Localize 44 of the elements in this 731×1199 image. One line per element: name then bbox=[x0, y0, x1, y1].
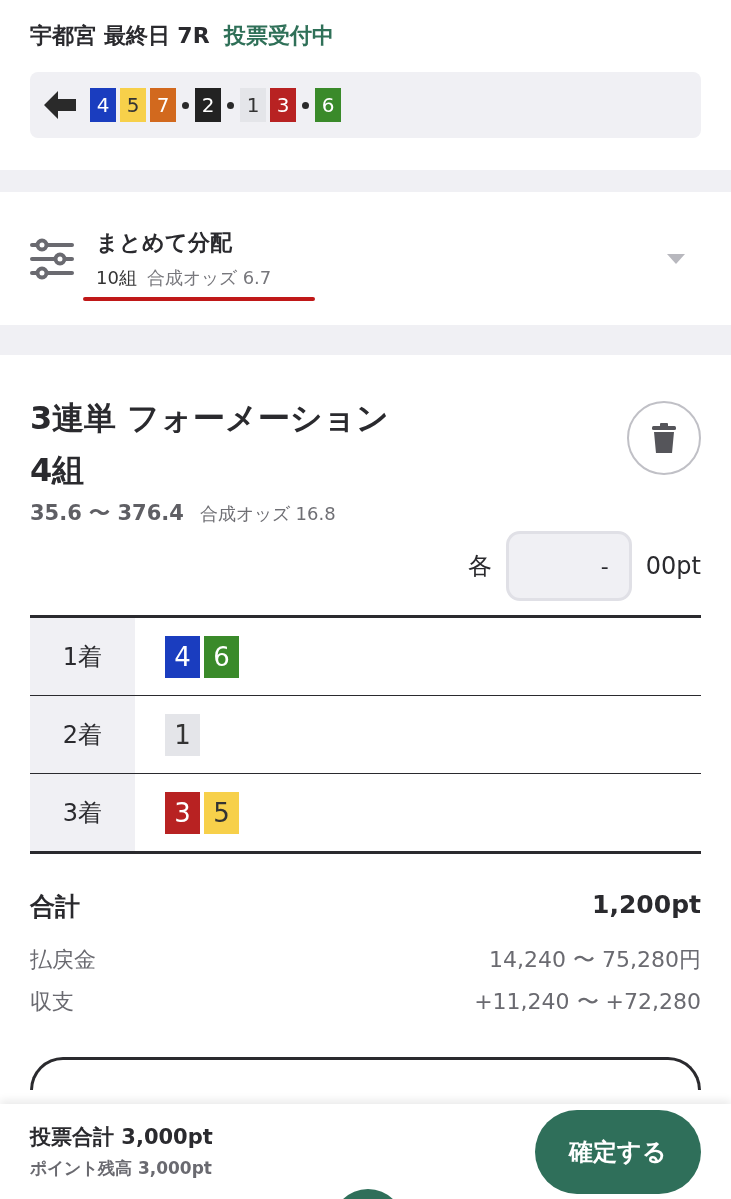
bike-number: 4 bbox=[165, 635, 200, 678]
bike-number: 1 bbox=[165, 713, 200, 756]
total-label: 合計 bbox=[30, 891, 80, 923]
combined-odds: 合成オッズ 6.7 bbox=[146, 265, 272, 290]
each-label: 各 bbox=[467, 551, 492, 582]
race-title: 宇都宮 最終日 7R bbox=[30, 22, 210, 50]
odds-range: 35.6 〜 376.4 bbox=[30, 500, 184, 527]
trash-icon bbox=[652, 423, 676, 453]
combined-odds: 合成オッズ 16.8 bbox=[199, 502, 336, 526]
summary-value: 14,240 〜 75,280円 bbox=[489, 946, 701, 974]
amount-unit: 00pt bbox=[645, 552, 701, 580]
combination-count: 10組 bbox=[96, 265, 137, 290]
bike-number: 4 bbox=[90, 88, 116, 122]
total-value: 1,200pt bbox=[592, 890, 701, 921]
point-balance: ポイント残高 3,000pt bbox=[30, 1157, 213, 1180]
bike-number: 7 bbox=[150, 88, 176, 122]
bike-number: 3 bbox=[270, 88, 296, 122]
separator-dot bbox=[182, 101, 189, 109]
bike-number: 5 bbox=[120, 88, 146, 122]
race-status: 投票受付中 bbox=[223, 22, 334, 50]
bet-count: 4組 bbox=[30, 450, 86, 491]
summary-label: 収支 bbox=[30, 988, 74, 1016]
sliders-icon bbox=[30, 237, 74, 280]
summary-label: 払戻金 bbox=[30, 946, 96, 974]
amount-field[interactable]: - bbox=[505, 531, 632, 601]
bike-number: 3 bbox=[165, 791, 200, 834]
distribution-title: まとめて分配 bbox=[96, 228, 233, 257]
position-label: 3着 bbox=[30, 774, 135, 851]
position-label: 2着 bbox=[30, 696, 135, 773]
arrow-left-icon bbox=[44, 90, 76, 120]
summary-value: +11,240 〜 +72,280 bbox=[474, 988, 701, 1016]
bike-number: 5 bbox=[204, 791, 239, 834]
bet-type-title: 3連単 フォーメーション bbox=[30, 398, 390, 439]
separator-dot bbox=[227, 101, 234, 109]
bike-number: 6 bbox=[204, 635, 239, 678]
position-label: 1着 bbox=[30, 618, 135, 695]
separator-dot bbox=[302, 101, 309, 109]
confirm-button[interactable]: 確定する bbox=[535, 1109, 701, 1194]
distribution-row[interactable]: まとめて分配 10組 合成オッズ 6.7 bbox=[0, 192, 731, 325]
collapse-button[interactable] bbox=[30, 1057, 701, 1090]
bike-number: 2 bbox=[195, 88, 221, 122]
bet-total: 投票合計 3,000pt bbox=[30, 1124, 213, 1151]
bike-number: 6 bbox=[315, 88, 341, 122]
bike-number: 1 bbox=[240, 88, 266, 122]
